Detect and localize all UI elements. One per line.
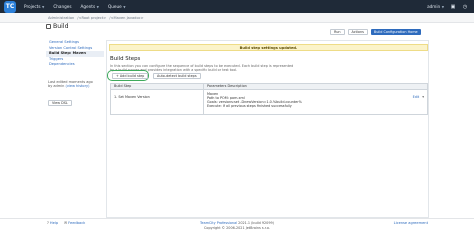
add-build-step-button[interactable]: + Add build step xyxy=(112,73,149,79)
license-agreement-link[interactable]: License agreement xyxy=(394,221,428,225)
view-history-link[interactable]: (view history) xyxy=(66,84,90,88)
footer-divider xyxy=(0,218,474,219)
nav-changes[interactable]: Changes xyxy=(53,4,71,9)
nav-projects[interactable]: Projects ▼ xyxy=(24,4,44,9)
build-configuration-home-button[interactable]: Build Configuration Home xyxy=(370,29,421,35)
chevron-down-icon: ▼ xyxy=(123,4,126,9)
page-header: Build xyxy=(46,23,69,30)
last-edited-user: by admin xyxy=(48,84,65,89)
top-navigation-bar: TC Projects ▼ Changes Agents ▼ Queue ▼ a… xyxy=(0,0,474,13)
section-description-line: In this section you can configure the se… xyxy=(110,63,294,68)
breadcrumb-maven-javadoc[interactable]: /<Maven Javadoc> xyxy=(109,16,143,20)
column-header-parameters: Parameters Description xyxy=(207,84,247,88)
auto-detect-build-steps-button[interactable]: Auto-detect build steps xyxy=(153,73,201,79)
breadcrumb-administration[interactable]: Administration xyxy=(48,16,74,20)
breadcrumb-bar: Administration /<Root project> /<Maven J… xyxy=(0,13,474,35)
build-step-parameters: Maven Path to POM: pom.xml Goals: versio… xyxy=(204,90,427,114)
footer-copyright: Copyright © 2006-2021 JetBrains s.r.o. xyxy=(204,225,270,230)
chevron-down-icon: ▼ xyxy=(96,4,99,9)
param-execute: Execute: If all previous steps finished … xyxy=(207,104,292,109)
nav-agents-label: Agents xyxy=(80,4,96,9)
nav-changes-label: Changes xyxy=(53,4,72,9)
chevron-down-icon: ▼ xyxy=(42,4,45,9)
actions-button[interactable]: Actions xyxy=(347,29,368,35)
row-actions: Edit ▾ xyxy=(413,95,424,99)
view-dsl-button[interactable]: View DSL xyxy=(48,99,72,106)
build-step-name[interactable]: 1. Set Maven Version xyxy=(111,89,204,114)
main-content: Build step settings updated. Build Steps… xyxy=(106,40,429,218)
section-title: Build Steps xyxy=(110,56,141,62)
agents-icon[interactable]: ▣ xyxy=(450,4,456,10)
run-button[interactable]: Run xyxy=(330,29,345,35)
column-header-build-step: Build Step xyxy=(111,84,204,89)
row-menu-chevron-icon[interactable]: ▾ xyxy=(422,95,424,99)
page-title: Build xyxy=(53,23,69,30)
user-menu[interactable]: admin ▼ xyxy=(427,4,444,9)
header-actions: Run Actions Build Configuration Home xyxy=(330,29,421,35)
sidebar-item-dependencies[interactable]: Dependencies xyxy=(46,62,104,68)
edit-link[interactable]: Edit xyxy=(413,95,420,99)
breadcrumb: Administration /<Root project> /<Maven J… xyxy=(48,16,144,20)
last-edited-info: Last edited moments ago by admin (view h… xyxy=(46,80,104,89)
table-row[interactable]: 1. Set Maven Version Maven Path to POM: … xyxy=(111,89,427,114)
nav-agents[interactable]: Agents ▼ xyxy=(81,4,99,9)
breadcrumb-root-project[interactable]: /<Root project> xyxy=(77,16,106,20)
flash-message: Build step settings updated. xyxy=(109,44,428,51)
build-config-icon xyxy=(46,24,51,29)
settings-sidebar: General Settings Version Control Setting… xyxy=(46,40,104,108)
last-edited-by: by admin (view history) xyxy=(48,84,104,89)
nav-projects-label: Projects xyxy=(24,4,41,9)
clock-icon[interactable]: ◷ xyxy=(462,4,468,10)
teamcity-link[interactable]: TeamCity Professional xyxy=(200,221,237,225)
build-steps-table: Build Step Parameters Description 1. Set… xyxy=(110,83,428,115)
teamcity-logo[interactable]: TC xyxy=(4,0,16,13)
nav-queue[interactable]: Queue ▼ xyxy=(108,4,126,9)
chevron-down-icon: ▼ xyxy=(441,4,444,9)
nav-queue-label: Queue xyxy=(107,4,122,9)
footer-version: 2021.1 (build 92099) xyxy=(238,221,274,225)
user-name: admin xyxy=(427,4,441,9)
